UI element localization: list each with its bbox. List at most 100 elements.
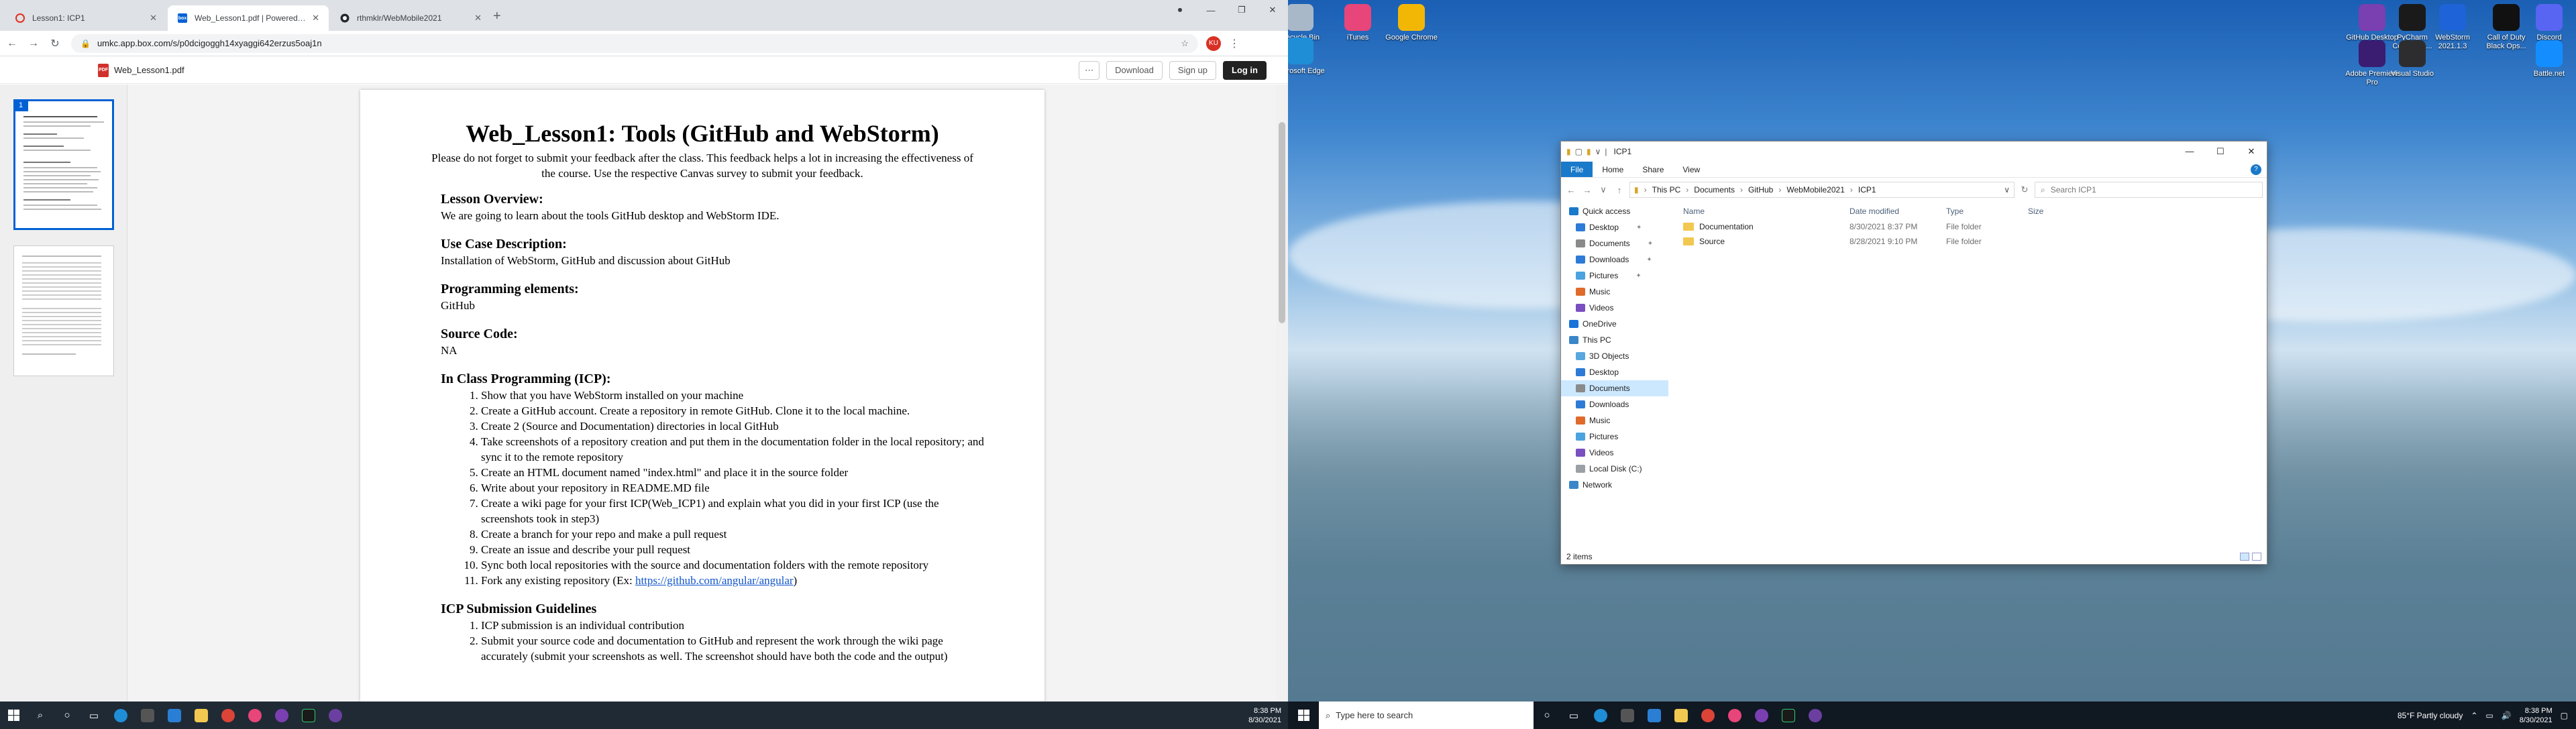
breadcrumb-icp1[interactable]: ICP1 — [1858, 185, 1876, 194]
edge-icon[interactable] — [107, 702, 134, 729]
breadcrumb-github[interactable]: GitHub — [1748, 185, 1773, 194]
nav-item[interactable]: Downloads ✦ — [1561, 251, 1652, 268]
nav-item[interactable]: Desktop ✦ — [1561, 219, 1642, 235]
nav-item[interactable]: Documents ✦ — [1561, 235, 1653, 251]
search-icon[interactable]: ⌕ — [27, 702, 54, 729]
nav-item[interactable]: This PC — [1561, 332, 1617, 348]
store-icon[interactable] — [1614, 702, 1641, 729]
file-explorer-icon[interactable] — [188, 702, 215, 729]
chevron-down-icon[interactable]: ∨ — [2004, 185, 2010, 194]
new-folder-icon[interactable]: ▮ — [1587, 147, 1591, 156]
windows-start-button[interactable] — [0, 702, 27, 729]
sign-up-button[interactable]: Sign up — [1169, 60, 1216, 80]
breadcrumb-this-pc[interactable]: This PC — [1652, 185, 1681, 194]
download-button[interactable]: Download — [1106, 60, 1163, 80]
table-row[interactable]: Documentation 8/30/2021 8:37 PM File fol… — [1675, 219, 2267, 234]
breadcrumb-documents[interactable]: Documents — [1694, 185, 1735, 194]
properties-icon[interactable]: ▢ — [1575, 147, 1582, 156]
desktop-shortcut[interactable]: Recycle Bin — [1288, 4, 1327, 42]
maximize-button[interactable]: ☐ — [2205, 146, 2236, 157]
nav-item[interactable]: Quick access — [1561, 203, 1630, 219]
new-tab-button[interactable]: + — [493, 9, 501, 24]
chevron-up-icon[interactable]: ⌃ — [2471, 711, 2477, 720]
column-size[interactable]: Size — [2028, 207, 2082, 216]
nav-item[interactable]: Pictures ✦ — [1561, 268, 1642, 284]
back-arrow-icon[interactable]: ← — [1565, 185, 1577, 195]
table-row[interactable]: Source 8/28/2021 9:10 PM File folder — [1675, 234, 2267, 249]
chrome-menu-icon[interactable]: ⋮ — [1229, 37, 1240, 50]
task-view-icon[interactable]: ▭ — [80, 702, 107, 729]
forward-arrow-icon[interactable]: → — [1581, 185, 1593, 195]
file-explorer-icon[interactable] — [1668, 702, 1695, 729]
nav-item[interactable]: Network — [1561, 477, 1617, 493]
record-icon[interactable]: ⏺ — [1165, 0, 1195, 20]
breadcrumb-webmobile2021[interactable]: WebMobile2021 — [1786, 185, 1845, 194]
vertical-scrollbar[interactable] — [1276, 85, 1288, 702]
nav-item[interactable]: Pictures — [1561, 429, 1618, 445]
close-icon[interactable]: ✕ — [312, 13, 319, 23]
close-button[interactable]: ✕ — [1257, 0, 1288, 20]
nav-item[interactable]: Music — [1561, 412, 1617, 429]
desktop-shortcut[interactable]: Visual Studio — [2385, 40, 2439, 78]
nav-item[interactable]: Videos — [1561, 445, 1617, 461]
more-options-button[interactable]: ⋯ — [1079, 60, 1100, 80]
close-icon[interactable]: ✕ — [474, 13, 482, 23]
windows-start-button[interactable] — [1288, 702, 1319, 729]
task-view-icon[interactable]: ▭ — [1560, 702, 1587, 729]
bookmark-star-icon[interactable]: ☆ — [1181, 38, 1189, 49]
address-bar[interactable]: ▮ › This PC › Documents › GitHub › WebMobil… — [1629, 182, 2015, 198]
weather-widget[interactable]: 85°F Partly cloudy — [2398, 711, 2463, 720]
maximize-button[interactable]: ❐ — [1226, 0, 1257, 20]
page-thumbnail-1[interactable]: 1 — [13, 99, 114, 230]
nav-item[interactable]: Downloads — [1561, 396, 1629, 412]
angular-repo-link[interactable]: https://github.com/angular/angular — [635, 574, 794, 587]
reload-button[interactable]: ↻ — [46, 34, 64, 53]
address-bar[interactable]: 🔒 umkc.app.box.com/s/p0dcigoggh14xyaggi6… — [71, 34, 1198, 53]
notifications-icon[interactable]: ▢ — [2561, 711, 2568, 720]
desktop-shortcut[interactable]: iTunes — [1331, 4, 1385, 42]
column-name[interactable]: Name — [1675, 207, 1849, 216]
close-icon[interactable]: ✕ — [150, 13, 157, 23]
back-button[interactable]: ← — [3, 34, 21, 53]
profile-avatar[interactable]: KU — [1206, 36, 1221, 51]
cortana-icon[interactable]: ○ — [1534, 702, 1560, 729]
edge-icon[interactable] — [1587, 702, 1614, 729]
browser-tab[interactable]: Lesson1: ICP1 ✕ — [5, 5, 166, 31]
nav-item[interactable]: Desktop — [1561, 364, 1619, 380]
log-in-button[interactable]: Log in — [1223, 60, 1267, 80]
tab-share[interactable]: Share — [1633, 162, 1673, 177]
chrome-icon[interactable] — [215, 702, 241, 729]
pycharm-icon[interactable] — [1775, 702, 1802, 729]
minimize-button[interactable]: — — [1195, 0, 1226, 20]
nav-item[interactable]: OneDrive — [1561, 316, 1617, 332]
column-type[interactable]: Type — [1946, 207, 2028, 216]
column-date-modified[interactable]: Date modified — [1849, 207, 1946, 216]
browser-tab[interactable]: rthmklr/WebMobile2021 ✕ — [330, 5, 491, 31]
help-icon[interactable]: ? — [2251, 164, 2261, 175]
tab-view[interactable]: View — [1673, 162, 1709, 177]
chevron-down-icon[interactable]: ∨ — [1595, 147, 1601, 156]
cortana-icon[interactable]: ○ — [54, 702, 80, 729]
details-view-icon[interactable] — [2240, 553, 2249, 561]
desktop-shortcut[interactable]: Google Chrome — [1385, 4, 1438, 42]
volume-icon[interactable]: 🔊 — [2502, 711, 2512, 720]
minimize-button[interactable]: — — [2174, 146, 2205, 157]
nav-item[interactable]: Videos — [1561, 300, 1617, 316]
large-icons-view-icon[interactable] — [2252, 553, 2261, 561]
store-icon[interactable] — [134, 702, 161, 729]
nav-item[interactable]: Local Disk (C:) — [1561, 461, 1642, 477]
obs-icon[interactable] — [1802, 702, 1829, 729]
pycharm-icon[interactable] — [295, 702, 322, 729]
network-icon[interactable]: ▭ — [2485, 711, 2493, 720]
recent-locations-icon[interactable]: ∨ — [1597, 184, 1609, 195]
refresh-icon[interactable]: ↻ — [2019, 184, 2031, 195]
itunes-icon[interactable] — [1721, 702, 1748, 729]
page-thumbnail-2[interactable] — [13, 245, 114, 376]
desktop-shortcut[interactable]: Microsoft Edge — [1288, 38, 1327, 76]
desktop-shortcut[interactable]: Discord — [2522, 4, 2576, 42]
obs-icon[interactable] — [322, 702, 349, 729]
tab-home[interactable]: Home — [1593, 162, 1633, 177]
search-input[interactable]: ⌕ Search ICP1 — [2035, 182, 2263, 198]
taskbar-search-input[interactable]: ⌕ Type here to search — [1319, 702, 1534, 729]
desktop-shortcut[interactable]: Battle.net — [2522, 40, 2576, 78]
